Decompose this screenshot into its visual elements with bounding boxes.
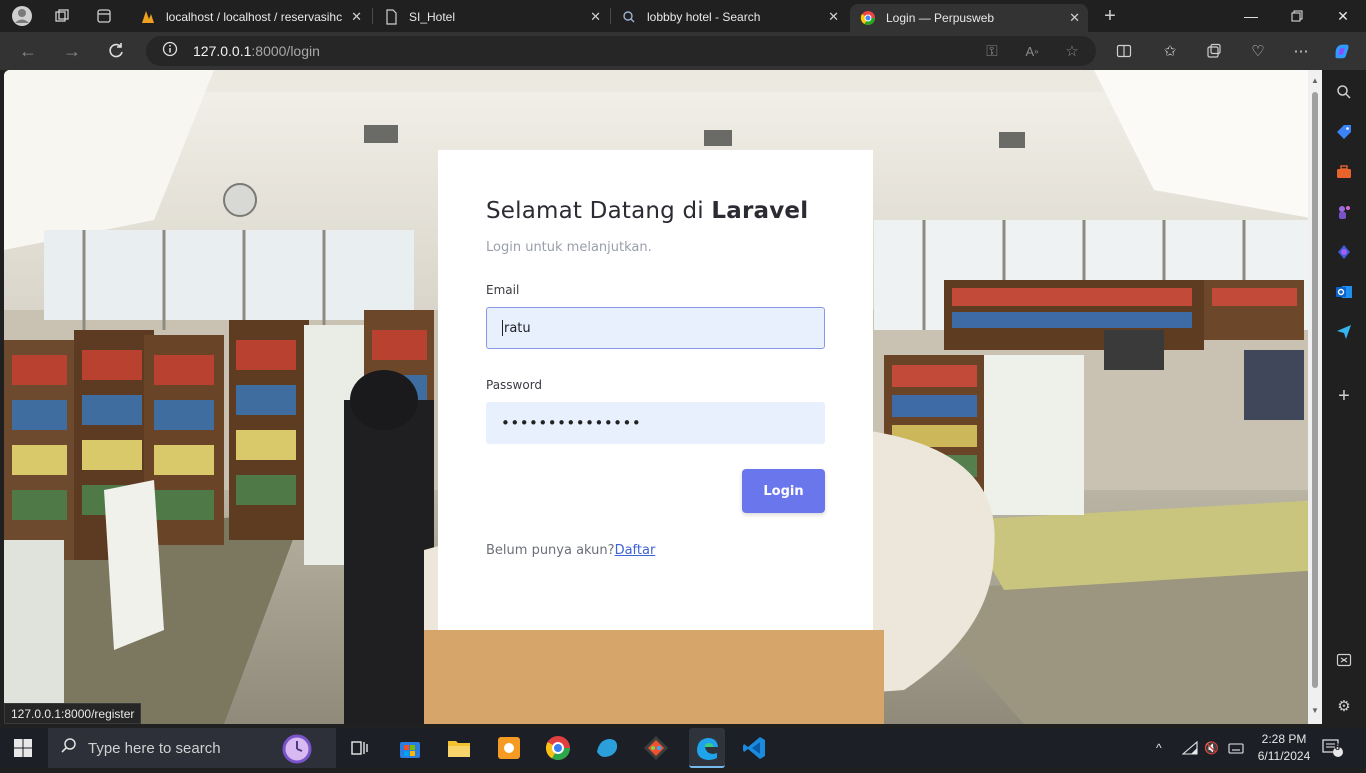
split-screen-icon[interactable] <box>1114 41 1134 61</box>
windows-taskbar: Type here to search ^ 🔇 2:28 PM 6/11/202… <box>0 728 1366 768</box>
password-field[interactable]: ••••••••••••••• <box>486 402 825 444</box>
microsoft-store-icon[interactable] <box>396 734 424 762</box>
url-host: 127.0.0.1 <box>193 43 252 59</box>
read-aloud-icon[interactable]: A» <box>1022 41 1042 61</box>
heading-prefix: Selamat Datang di <box>486 198 712 224</box>
close-tab-icon[interactable]: ✕ <box>351 9 362 25</box>
register-prompt-text: Belum punya akun? <box>486 543 615 558</box>
tab-login-perpusweb[interactable]: Login — Perpusweb ✕ <box>850 4 1088 32</box>
edge-taskbar-icon[interactable] <box>689 728 725 768</box>
orange-app-icon[interactable] <box>495 734 523 762</box>
profile-avatar-icon[interactable] <box>2 0 42 32</box>
browser-essentials-icon[interactable]: ♡ <box>1248 41 1268 61</box>
screen-capture-icon[interactable] <box>1334 650 1354 670</box>
login-button[interactable]: Login <box>742 469 825 513</box>
search-icon[interactable] <box>1334 82 1354 102</box>
chrome-icon[interactable] <box>544 734 572 762</box>
restore-icon[interactable] <box>1274 0 1320 32</box>
page-title: Selamat Datang di Laravel <box>486 198 808 224</box>
collections-icon[interactable] <box>1204 41 1224 61</box>
settings-more-icon[interactable]: ⋯ <box>1291 41 1311 61</box>
tab-phpmyadmin[interactable]: localhost / localhost / reservasihc ✕ <box>130 4 370 30</box>
password-value: ••••••••••••••• <box>501 414 642 432</box>
language-keyboard-icon[interactable] <box>1228 728 1244 768</box>
close-tab-icon[interactable]: ✕ <box>590 9 601 25</box>
network-icon[interactable] <box>1182 728 1198 768</box>
git-kraken-icon[interactable] <box>642 734 670 762</box>
password-key-icon[interactable]: ⚿ <box>982 41 1002 61</box>
minimize-icon[interactable]: — <box>1228 0 1274 32</box>
show-hidden-icons[interactable]: ^ <box>1156 728 1162 768</box>
tab-title: localhost / localhost / reservasihc <box>166 10 343 24</box>
page-scrollbar[interactable]: ▲ ▼ <box>1308 70 1322 724</box>
games-icon[interactable] <box>1334 202 1354 222</box>
close-tab-icon[interactable]: ✕ <box>1069 10 1080 26</box>
tab-title: lobbby hotel - Search <box>647 10 761 24</box>
tab-bar: localhost / localhost / reservasihc ✕ SI… <box>0 0 1366 32</box>
refresh-icon[interactable] <box>104 40 128 62</box>
taskbar-search-box[interactable]: Type here to search <box>48 728 336 768</box>
password-label: Password <box>486 378 543 392</box>
clock-date: 6/11/2024 <box>1257 749 1311 763</box>
login-subtitle: Login untuk melanjutkan. <box>486 240 652 255</box>
file-explorer-icon[interactable] <box>445 734 473 762</box>
chrome-favicon-icon <box>860 10 876 26</box>
favorites-icon[interactable]: ✩ <box>1160 41 1180 61</box>
tab-title: Login — Perpusweb <box>886 11 995 25</box>
vscode-icon[interactable] <box>740 734 768 762</box>
site-info-icon[interactable] <box>162 41 178 62</box>
tab-actions-icon[interactable] <box>84 0 124 32</box>
outlook-icon[interactable] <box>1334 282 1354 302</box>
email-label: Email <box>486 283 520 297</box>
scroll-down-icon[interactable]: ▼ <box>1311 706 1319 715</box>
sidebar-settings-gear-icon[interactable]: ⚙ <box>1334 696 1354 716</box>
add-sidebar-app-icon[interactable]: + <box>1334 385 1354 407</box>
page-viewport: Selamat Datang di Laravel Login untuk me… <box>4 70 1322 724</box>
notification-count-badge: 8 <box>1335 742 1341 752</box>
shopping-tag-icon[interactable] <box>1334 122 1354 142</box>
login-card: Selamat Datang di Laravel Login untuk me… <box>438 150 873 630</box>
heading-brand: Laravel <box>711 198 809 224</box>
email-value: ratu <box>504 320 531 336</box>
status-url: 127.0.0.1:8000/register <box>4 703 142 724</box>
register-prompt: Belum punya akun?Daftar <box>486 543 655 558</box>
windows-start-icon[interactable] <box>14 739 32 762</box>
text-cursor <box>502 320 503 336</box>
copilot-icon[interactable] <box>1332 41 1352 61</box>
clock-time: 2:28 PM <box>1261 732 1307 746</box>
notification-center-icon[interactable]: 8 <box>1322 728 1344 768</box>
taskbar-search-placeholder: Type here to search <box>88 739 221 757</box>
url-bar[interactable]: 127.0.0.1:8000/login <box>146 36 1096 66</box>
close-tab-icon[interactable]: ✕ <box>828 9 839 25</box>
back-icon[interactable]: ← <box>16 40 40 62</box>
tab-search[interactable]: lobbby hotel - Search ✕ <box>611 4 847 30</box>
favorite-star-icon[interactable]: ☆ <box>1062 41 1082 61</box>
email-field[interactable]: ratu <box>486 307 825 349</box>
search-highlight-clock-icon <box>280 732 314 770</box>
search-favicon-icon <box>621 9 637 25</box>
document-favicon-icon <box>383 9 399 25</box>
forward-icon[interactable]: → <box>60 40 84 62</box>
close-window-icon[interactable]: ✕ <box>1320 0 1366 32</box>
address-toolbar: ← → 127.0.0.1:8000/login ⚿ A» ☆ ✩ ♡ ⋯ <box>0 32 1366 70</box>
drop-send-icon[interactable] <box>1334 322 1354 342</box>
workspaces-icon[interactable] <box>42 0 82 32</box>
scroll-up-icon[interactable]: ▲ <box>1311 76 1319 85</box>
edge-sidebar: + ⚙ <box>1322 70 1366 724</box>
scroll-thumb[interactable] <box>1312 92 1318 688</box>
tab-title: SI_Hotel <box>409 10 456 24</box>
register-link[interactable]: Daftar <box>615 543 656 558</box>
mysql-workbench-icon[interactable] <box>593 734 621 762</box>
volume-muted-icon[interactable]: 🔇 <box>1204 728 1219 768</box>
tab-si-hotel[interactable]: SI_Hotel ✕ <box>373 4 609 30</box>
new-tab-icon[interactable]: + <box>1090 0 1130 32</box>
taskbar-search-icon <box>60 737 78 759</box>
url-path: :8000/login <box>251 43 320 59</box>
clock[interactable]: 2:28 PM 6/11/2024 <box>1254 728 1314 768</box>
phpmyadmin-favicon-icon <box>140 9 156 25</box>
copilot-sidebar-icon[interactable] <box>1334 242 1354 262</box>
tools-icon[interactable] <box>1334 162 1354 182</box>
task-view-icon[interactable] <box>350 739 370 762</box>
